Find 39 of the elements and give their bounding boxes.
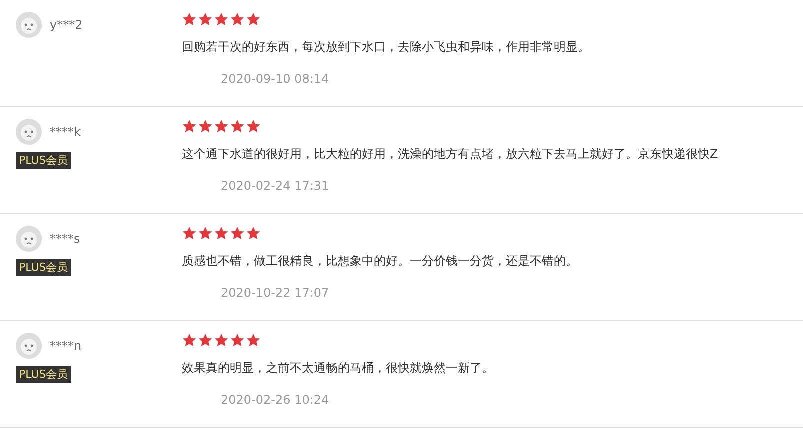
avatar-icon (16, 226, 42, 252)
review-date: 2020-10-22 17:07 (221, 286, 330, 300)
star-icon (182, 12, 197, 27)
plus-member-badge: PLUS会员 (16, 366, 72, 383)
avatar-icon (16, 12, 42, 38)
star-icon (246, 119, 261, 134)
review-text: 这个通下水道的很好用，比大粒的好用，洗澡的地方有点堵，放六粒下去马上就好了。京东快递很快Z (182, 146, 718, 163)
star-icon (182, 119, 197, 134)
star-icon (214, 119, 229, 134)
review-text: 回购若干次的好东西，每次放到下水口，去除小飞虫和异味，作用非常明显。 (182, 39, 590, 56)
star-icon (198, 333, 213, 348)
review-date: 2020-02-26 10:24 (221, 393, 330, 407)
review-date: 2020-02-24 17:31 (221, 179, 330, 193)
star-icon (246, 333, 261, 348)
star-icon (246, 12, 261, 27)
star-icon (198, 119, 213, 134)
plus-member-badge: PLUS会员 (16, 152, 72, 169)
avatar-icon (16, 333, 42, 359)
username: ****k (50, 125, 81, 139)
plus-member-badge: PLUS会员 (16, 259, 72, 276)
star-icon (198, 226, 213, 241)
star-icon (214, 226, 229, 241)
star-icon (230, 119, 245, 134)
star-icon (214, 333, 229, 348)
star-icon (182, 333, 197, 348)
review-text: 效果真的明显，之前不太通畅的马桶，很快就焕然一新了。 (182, 360, 494, 377)
star-icon (230, 226, 245, 241)
review-date: 2020-09-10 08:14 (221, 72, 330, 86)
username: y***2 (50, 18, 83, 32)
star-icon (198, 12, 213, 27)
review-text: 质感也不错，做工很精良，比想象中的好。一分价钱一分货，还是不错的。 (182, 253, 578, 270)
username: ****s (50, 232, 80, 246)
star-icon (182, 226, 197, 241)
avatar-icon (16, 119, 42, 145)
star-icon (214, 12, 229, 27)
username: ****n (50, 339, 82, 353)
star-icon (246, 226, 261, 241)
star-icon (230, 333, 245, 348)
star-icon (230, 12, 245, 27)
